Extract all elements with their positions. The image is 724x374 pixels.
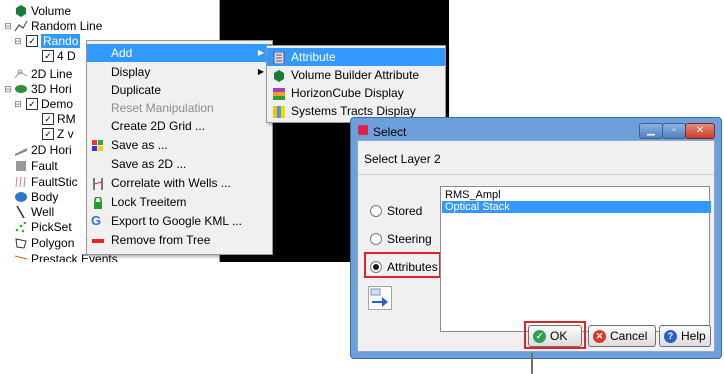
submenu-item-attribute[interactable]: Attribute	[267, 48, 445, 66]
volume-builder-icon	[273, 69, 285, 82]
submenu-item-horizoncube[interactable]: HorizonCube Display	[267, 84, 445, 102]
divider	[358, 174, 714, 175]
checkbox[interactable]: ✓	[42, 113, 54, 125]
menu-item-remove-from-tree[interactable]: Remove from Tree	[87, 231, 272, 249]
tree-item-volume[interactable]: Volume	[4, 4, 71, 18]
tree-item-z[interactable]: ✓ Z v	[40, 127, 74, 141]
well-correlate-icon	[91, 177, 105, 190]
radio-steering[interactable]: Steering	[370, 232, 432, 246]
fault-icon	[14, 160, 28, 172]
highlight-attributes	[364, 252, 441, 278]
radio-button[interactable]	[370, 233, 382, 245]
tree-item-4d[interactable]: ✓ 4 D	[40, 49, 76, 63]
menu-item-display[interactable]: Display ▶	[87, 63, 272, 81]
horizoncube-icon	[273, 87, 285, 100]
transfer-button[interactable]	[368, 286, 392, 310]
tree-item-polygon[interactable]: Polygon	[14, 236, 74, 250]
arrow-right-icon	[370, 288, 388, 307]
close-icon: ✕	[695, 125, 705, 136]
tree-item-random-line[interactable]: ⊟ Random Line	[4, 19, 102, 33]
2d-line-icon	[14, 68, 28, 80]
faultstick-icon	[14, 176, 28, 188]
highlight-ok	[524, 321, 586, 349]
volume-icon	[14, 5, 28, 17]
maximize-icon: ▫	[672, 125, 676, 136]
dialog-body: Select Layer 2 Stored Steering Attribute…	[357, 140, 715, 374]
context-menu: Add ▶ Display ▶ Duplicate Reset Manipula…	[86, 40, 273, 255]
random-line-icon	[14, 20, 28, 32]
dialog-title: Select	[373, 125, 407, 139]
submenu-arrow-icon: ▶	[257, 67, 264, 76]
tree-item-pickset[interactable]: PickSet	[14, 220, 72, 234]
list-item[interactable]: RMS_Ampl	[442, 189, 711, 201]
tree-item-2d-horizon[interactable]: 2D Hori	[14, 143, 72, 157]
body-icon	[14, 191, 28, 203]
tree-item-demo[interactable]: ⊟ ✓ Demo	[14, 97, 73, 111]
tree-item-2d-line[interactable]: 2D Line	[14, 67, 72, 81]
submenu-item-volume-builder[interactable]: Volume Builder Attribute	[267, 66, 445, 84]
menu-item-save-as-2d[interactable]: Save as 2D ...	[87, 155, 272, 173]
collapse-icon[interactable]: ⊟	[4, 19, 12, 33]
help-icon: ?	[664, 329, 677, 343]
menu-item-add[interactable]: Add ▶	[87, 44, 272, 62]
pickset-icon	[14, 221, 28, 233]
tree-item-fault[interactable]: Fault	[14, 159, 58, 173]
app-icon	[358, 125, 368, 135]
add-submenu: Attribute Volume Builder Attribute Horiz…	[266, 45, 446, 123]
tree-item-3d-horizon[interactable]: ⊟ 3D Hori	[4, 82, 71, 96]
menu-item-correlate-wells[interactable]: Correlate with Wells ...	[87, 174, 272, 192]
systems-tracts-icon	[273, 105, 285, 118]
google-icon: G	[91, 213, 102, 228]
tree-item-random-line-child[interactable]: ⊟ ✓ Rando	[14, 34, 81, 48]
polygon-icon	[14, 237, 28, 249]
checkbox[interactable]: ✓	[42, 128, 54, 140]
menu-item-lock-treeitem[interactable]: Lock Treeitem	[87, 193, 272, 211]
submenu-arrow-icon: ▶	[257, 48, 264, 57]
2d-horizon-icon	[14, 144, 28, 156]
menu-item-create-2d-grid[interactable]: Create 2D Grid ...	[87, 117, 272, 135]
select-dialog: Select ▁ ▫ ✕ Select Layer 2 Stored Steer…	[350, 117, 722, 374]
menu-item-reset-manipulation[interactable]: Reset Manipulation	[87, 99, 272, 117]
lock-icon	[91, 196, 105, 209]
horizon-icon	[14, 83, 28, 95]
minimize-icon: ▁	[647, 125, 655, 136]
collapse-icon[interactable]: ⊟	[14, 34, 22, 48]
checkbox[interactable]: ✓	[42, 50, 54, 62]
collapse-icon[interactable]: ⊟	[4, 82, 12, 96]
cancel-icon: ✕	[593, 329, 606, 343]
checkbox[interactable]: ✓	[26, 35, 38, 47]
list-item-selected[interactable]: Optical Stack	[442, 201, 711, 213]
save-icon	[91, 139, 105, 151]
tree-item-well[interactable]: Well	[14, 205, 54, 219]
well-icon	[14, 205, 28, 219]
close-button[interactable]: ✕	[685, 123, 715, 139]
maximize-button[interactable]: ▫	[662, 123, 686, 139]
minimize-button[interactable]: ▁	[639, 123, 663, 139]
tree-item-rms[interactable]: ✓ RM	[40, 112, 76, 126]
help-button[interactable]: ? Help	[659, 325, 711, 347]
cancel-button[interactable]: ✕ Cancel	[588, 325, 656, 347]
dialog-subtitle: Select Layer 2	[364, 152, 441, 166]
menu-item-save-as[interactable]: Save as ...	[87, 136, 272, 154]
attribute-icon	[273, 51, 285, 65]
menu-item-duplicate[interactable]: Duplicate	[87, 81, 272, 99]
checkbox[interactable]: ✓	[26, 98, 38, 110]
attribute-list[interactable]: RMS_Ampl Optical Stack	[440, 186, 711, 332]
menu-item-export-kml[interactable]: G Export to Google KML ...	[87, 212, 272, 230]
radio-stored[interactable]: Stored	[370, 204, 422, 218]
tree-item-body[interactable]: Body	[14, 190, 58, 204]
radio-button[interactable]	[370, 205, 382, 217]
remove-icon	[91, 234, 105, 246]
tree-item-faultstick[interactable]: FaultStic	[14, 175, 78, 189]
collapse-icon[interactable]: ⊟	[14, 97, 22, 111]
prestack-events-icon	[14, 253, 28, 262]
